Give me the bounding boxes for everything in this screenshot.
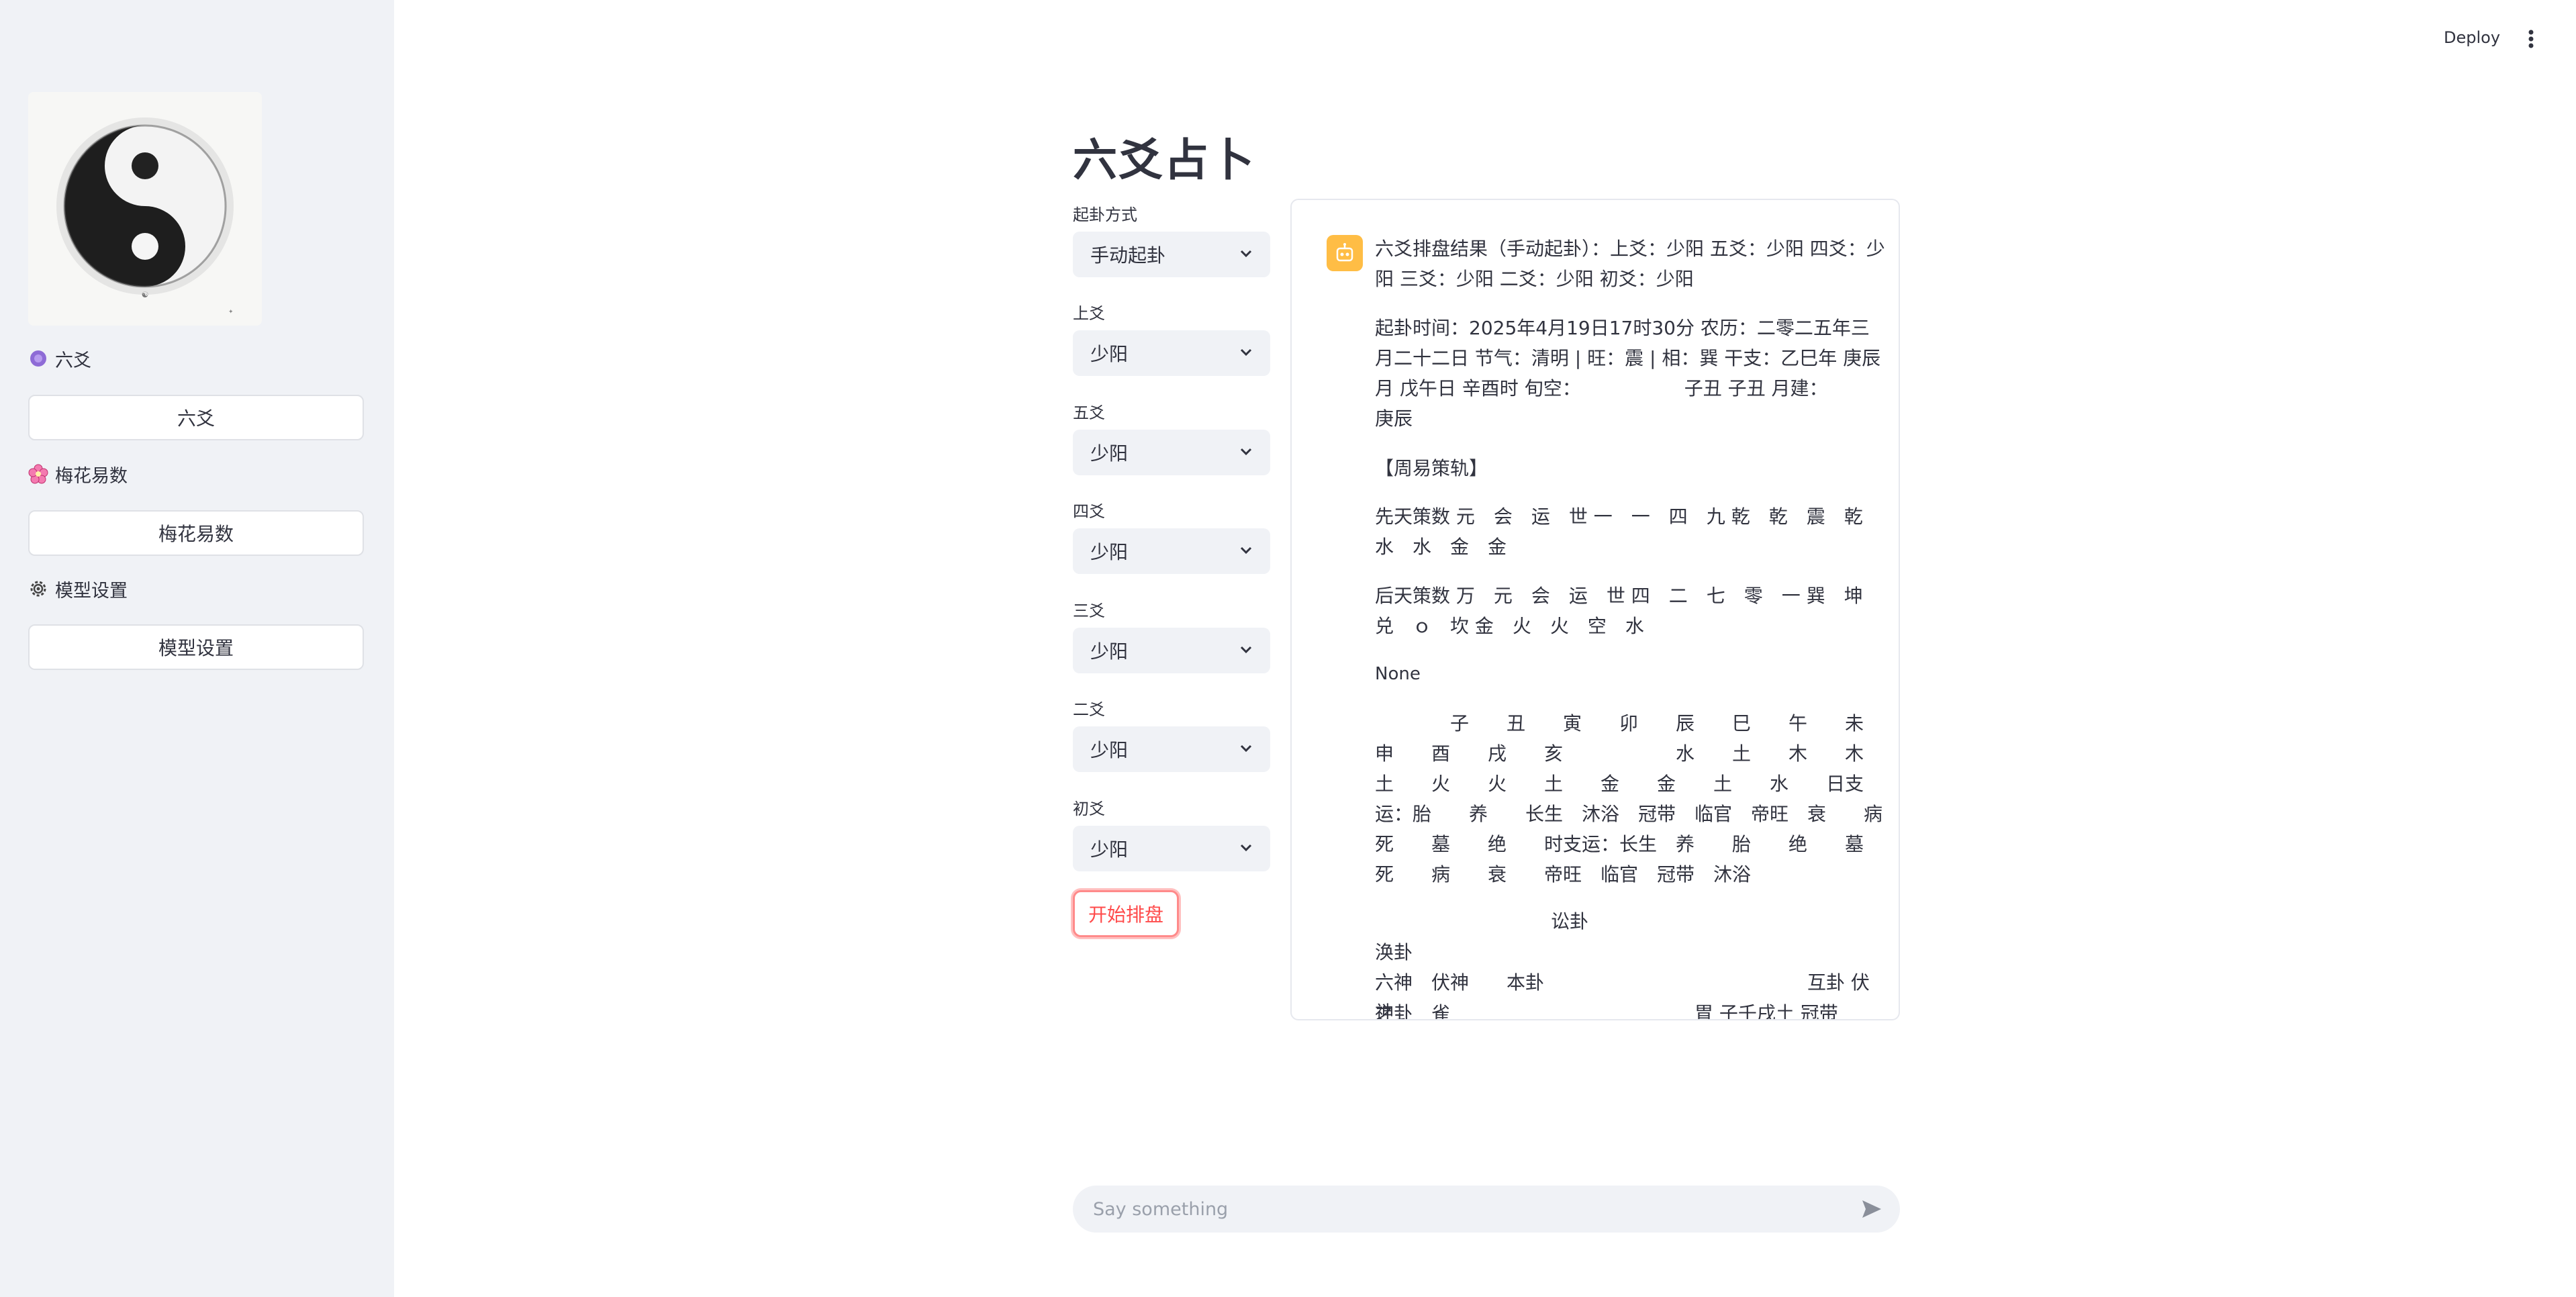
start-divination-button[interactable]: 开始排盘 xyxy=(1073,890,1179,937)
send-arrow-icon[interactable] xyxy=(1861,1199,1882,1219)
yao6-select-value: 少阳 xyxy=(1090,343,1129,365)
robot-icon xyxy=(1327,235,1363,271)
yao2-select-value: 少阳 xyxy=(1090,739,1129,761)
svg-text:☯: ☯ xyxy=(142,290,149,299)
meihua-button[interactable]: 梅花易数 xyxy=(28,510,364,556)
nav-meihua-label: 梅花易数 xyxy=(55,465,128,487)
field-label-yao2: 二爻 xyxy=(1073,700,1105,719)
chat-input[interactable]: Say something xyxy=(1073,1186,1900,1233)
chevron-down-icon xyxy=(1240,448,1252,456)
result-zhouyi-title: 【周易策轨】 xyxy=(1375,457,1488,479)
sidebar: ☯ ✦ 六爻 六爻 梅花易数 梅花易数 模型设置 模型设置 xyxy=(0,0,394,1297)
chevron-down-icon xyxy=(1240,646,1252,654)
result-header: 六爻排盘结果（手动起卦）：上爻：少阳 五爻：少阳 四爻：少阳 三爻：少阳 二爻：… xyxy=(1375,238,1885,290)
yao3-select-value: 少阳 xyxy=(1090,640,1129,663)
field-label-method: 起卦方式 xyxy=(1073,205,1137,224)
yao2-select[interactable]: 少阳 xyxy=(1073,726,1270,772)
chat-placeholder: Say something xyxy=(1093,1198,1229,1220)
result-xiantian: 先天策数 元 会 运 世 一 一 四 九 乾 乾 震 乾 水 水 金 金 xyxy=(1375,506,1882,558)
field-label-yao4: 四爻 xyxy=(1073,502,1105,521)
deploy-button[interactable]: Deploy xyxy=(2444,28,2500,47)
yao1-select-value: 少阳 xyxy=(1090,838,1129,861)
gear-icon xyxy=(28,579,48,599)
yao5-select[interactable]: 少阳 xyxy=(1073,430,1270,475)
yao1-select[interactable]: 少阳 xyxy=(1073,826,1270,871)
result-last-row: 之卦 雀 胃 子壬戌土 冠带 xyxy=(1375,1002,1838,1020)
yao4-select-value: 少阳 xyxy=(1090,541,1129,563)
result-gua-center: 讼卦 xyxy=(1550,910,1588,932)
yao4-select[interactable]: 少阳 xyxy=(1073,528,1270,574)
page-title: 六爻占卜 xyxy=(1073,134,1255,186)
svg-text:✦: ✦ xyxy=(228,309,234,316)
nav-model-settings: 模型设置 xyxy=(28,573,128,605)
nav-meihua: 梅花易数 xyxy=(28,458,128,490)
field-label-yao1: 初爻 xyxy=(1073,800,1105,818)
yao5-select-value: 少阳 xyxy=(1090,442,1129,465)
liuyao-button[interactable]: 六爻 xyxy=(28,395,364,440)
result-none: None xyxy=(1375,664,1421,684)
field-label-yao6: 上爻 xyxy=(1073,304,1105,323)
model-settings-button[interactable]: 模型设置 xyxy=(28,624,364,670)
chevron-down-icon xyxy=(1240,744,1252,753)
result-houtian: 后天策数 万 元 会 运 世 四 二 七 零 一 巽 坤 兑 ｏ 坎 金 火 火… xyxy=(1375,585,1882,637)
method-select-value: 手动起卦 xyxy=(1090,244,1166,267)
nav-liuyao: 六爻 xyxy=(28,342,91,375)
purple-circle-icon xyxy=(28,348,48,369)
chevron-down-icon xyxy=(1240,348,1252,356)
method-select[interactable]: 手动起卦 xyxy=(1073,232,1270,277)
chevron-down-icon xyxy=(1240,844,1252,852)
result-time-info: 起卦时间：2025年4月19日17时30分 农历：二零二五年三月二十二日 节气：… xyxy=(1375,317,1881,430)
field-label-yao5: 五爻 xyxy=(1073,403,1105,422)
field-label-yao3: 三爻 xyxy=(1073,602,1105,620)
cherry-blossom-icon xyxy=(28,464,48,484)
result-table: 子 丑 寅 卯 辰 巳 午 未 申 酉 戌 亥 水 土 木 木 土 火 火 土 … xyxy=(1375,712,1899,885)
result-gua-name: 涣卦 xyxy=(1375,941,1413,963)
result-message: 六爻排盘结果（手动起卦）：上爻：少阳 五爻：少阳 四爻：少阳 三爻：少阳 二爻：… xyxy=(1290,199,1900,1020)
yao6-select[interactable]: 少阳 xyxy=(1073,330,1270,376)
yin-yang-logo: ☯ ✦ xyxy=(28,92,262,326)
nav-model-settings-label: 模型设置 xyxy=(55,580,128,602)
vertical-dots-icon[interactable] xyxy=(2524,27,2538,51)
nav-liuyao-label: 六爻 xyxy=(55,350,91,371)
yao3-select[interactable]: 少阳 xyxy=(1073,628,1270,673)
chevron-down-icon xyxy=(1240,546,1252,555)
chevron-down-icon xyxy=(1240,250,1252,258)
